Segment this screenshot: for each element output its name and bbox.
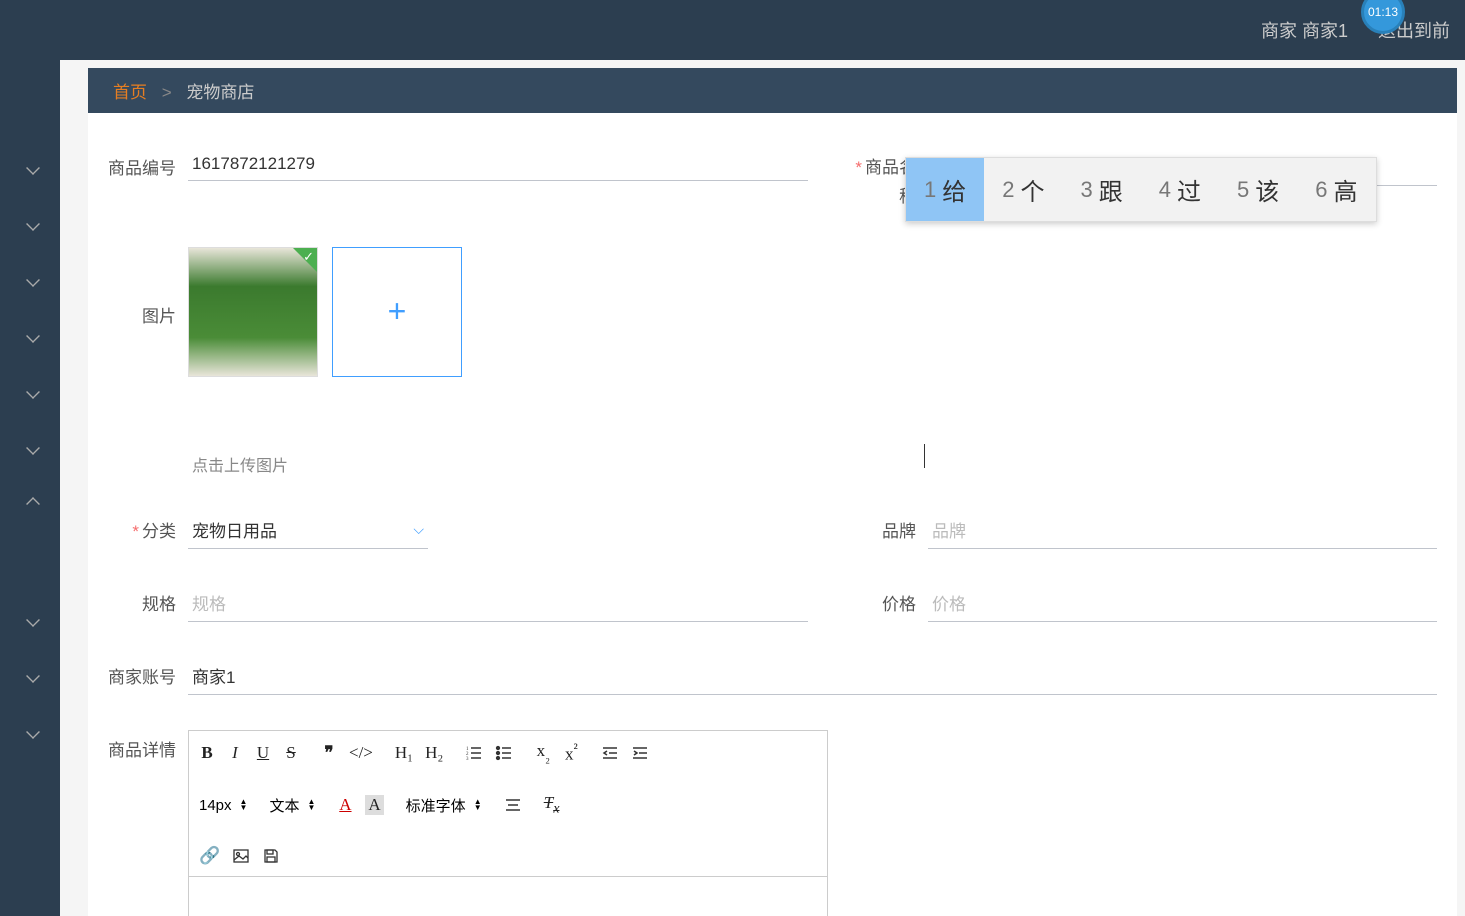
select-arrows-icon: ▲▼ xyxy=(240,799,248,811)
brand-label: 品牌 xyxy=(848,511,928,542)
sidebar xyxy=(0,60,60,916)
ime-candidate-5[interactable]: 5 该 xyxy=(1219,158,1297,221)
chevron-up-icon xyxy=(26,497,40,511)
chevron-down-icon: ⌵ xyxy=(413,521,424,538)
brand-input[interactable]: 品牌 xyxy=(928,511,1437,549)
font-family-value: 标准字体 xyxy=(406,795,466,816)
chevron-down-icon xyxy=(26,385,40,399)
indent-button[interactable] xyxy=(631,744,649,762)
outdent-button[interactable] xyxy=(601,744,619,762)
paragraph-value: 文本 xyxy=(269,795,299,816)
superscript-button[interactable]: x² xyxy=(563,741,579,765)
user-info[interactable]: 商家 商家1 xyxy=(1261,17,1348,43)
merchant-value: 商家1 xyxy=(192,668,235,687)
add-image-button[interactable]: + xyxy=(332,247,462,377)
strike-button[interactable]: S xyxy=(283,743,299,763)
breadcrumb: 首页 > 宠物商店 xyxy=(88,68,1457,113)
chevron-down-icon xyxy=(26,161,40,175)
ime-candidate-6[interactable]: 6 高 xyxy=(1297,158,1375,221)
svg-text:3: 3 xyxy=(466,757,469,762)
category-label: *分类 xyxy=(108,511,188,542)
price-input[interactable]: 价格 xyxy=(928,584,1437,622)
h2-button[interactable]: H₂ xyxy=(425,743,443,763)
chevron-down-icon xyxy=(26,273,40,287)
text-cursor xyxy=(924,444,925,468)
plus-icon: + xyxy=(388,293,407,330)
code-button[interactable]: </> xyxy=(349,743,373,763)
italic-button[interactable]: I xyxy=(227,743,243,763)
ordered-list-button[interactable]: 123 xyxy=(465,744,483,762)
sidebar-item-8[interactable] xyxy=(0,592,60,648)
product-id-label: 商品编号 xyxy=(108,148,188,179)
sidebar-item-9[interactable] xyxy=(0,648,60,704)
h1-button[interactable]: H₁ xyxy=(395,743,413,763)
sidebar-item-3[interactable] xyxy=(0,252,60,308)
spec-placeholder: 规格 xyxy=(192,595,226,614)
link-button[interactable]: 🔗 xyxy=(199,846,220,866)
merchant-input[interactable]: 商家1 xyxy=(188,657,1437,695)
breadcrumb-home[interactable]: 首页 xyxy=(113,83,147,102)
align-button[interactable] xyxy=(504,796,522,814)
sidebar-item-2[interactable] xyxy=(0,196,60,252)
select-arrows-icon: ▲▼ xyxy=(474,799,482,811)
sidebar-item-6[interactable] xyxy=(0,420,60,476)
brand-placeholder: 品牌 xyxy=(932,522,966,541)
product-id-value: 1617872121279 xyxy=(192,154,315,173)
product-form: 商品编号 1617872121279 *商品名称 茶叶 图片 ✓ xyxy=(88,113,1457,916)
paragraph-select[interactable]: 文本 ▲▼ xyxy=(269,795,315,816)
bg-color-button[interactable]: A xyxy=(365,795,383,815)
rich-editor: B I U S ❞ </> H₁ H₂ xyxy=(188,730,828,916)
chevron-down-icon xyxy=(26,669,40,683)
top-bar: 01:13 商家 商家1 退出到前 xyxy=(0,0,1465,60)
chevron-down-icon xyxy=(26,613,40,627)
subscript-button[interactable]: x₂ xyxy=(535,741,551,765)
merchant-label: 商家账号 xyxy=(108,657,188,688)
price-label: 价格 xyxy=(848,584,928,615)
ime-candidate-panel: 1 给 2 个 3 跟 4 过 5 该 6 高 xyxy=(905,157,1377,222)
font-family-select[interactable]: 标准字体 ▲▼ xyxy=(406,795,482,816)
chevron-down-icon xyxy=(26,217,40,231)
check-icon: ✓ xyxy=(303,249,314,265)
sidebar-item-1[interactable] xyxy=(0,140,60,196)
underline-button[interactable]: U xyxy=(255,743,271,763)
ime-candidate-4[interactable]: 4 过 xyxy=(1141,158,1219,221)
ime-candidate-3[interactable]: 3 跟 xyxy=(1063,158,1141,221)
ime-candidate-1[interactable]: 1 给 xyxy=(906,158,984,221)
image-label: 图片 xyxy=(108,296,188,327)
image-button[interactable] xyxy=(232,847,250,865)
spec-label: 规格 xyxy=(108,584,188,615)
font-size-value: 14px xyxy=(199,797,232,814)
editor-content[interactable] xyxy=(189,877,827,916)
breadcrumb-sep: > xyxy=(162,83,172,102)
quote-button[interactable]: ❞ xyxy=(321,743,337,763)
category-select[interactable]: 宠物日用品 ⌵ xyxy=(188,511,428,549)
chevron-down-icon xyxy=(26,441,40,455)
sidebar-item-10[interactable] xyxy=(0,704,60,760)
sidebar-item-5[interactable] xyxy=(0,364,60,420)
chevron-down-icon xyxy=(26,329,40,343)
product-id-input[interactable]: 1617872121279 xyxy=(188,148,808,181)
product-image-thumb[interactable]: ✓ xyxy=(188,247,318,377)
detail-label: 商品详情 xyxy=(108,730,188,761)
category-value: 宠物日用品 xyxy=(192,517,413,542)
clear-format-button[interactable]: Tx xyxy=(544,793,560,817)
ime-candidate-2[interactable]: 2 个 xyxy=(984,158,1062,221)
price-placeholder: 价格 xyxy=(932,595,966,614)
font-size-select[interactable]: 14px ▲▼ xyxy=(199,797,247,814)
sidebar-item-4[interactable] xyxy=(0,308,60,364)
spec-input[interactable]: 规格 xyxy=(188,584,808,622)
select-arrows-icon: ▲▼ xyxy=(307,799,315,811)
save-button[interactable] xyxy=(262,847,280,865)
text-color-button[interactable]: A xyxy=(337,795,353,815)
chevron-down-icon xyxy=(26,725,40,739)
upload-hint: 点击上传图片 xyxy=(192,452,288,476)
breadcrumb-current: 宠物商店 xyxy=(186,83,254,102)
editor-toolbar: B I U S ❞ </> H₁ H₂ xyxy=(189,731,827,877)
bold-button[interactable]: B xyxy=(199,743,215,763)
sidebar-item-7[interactable] xyxy=(0,476,60,532)
unordered-list-button[interactable] xyxy=(495,744,513,762)
